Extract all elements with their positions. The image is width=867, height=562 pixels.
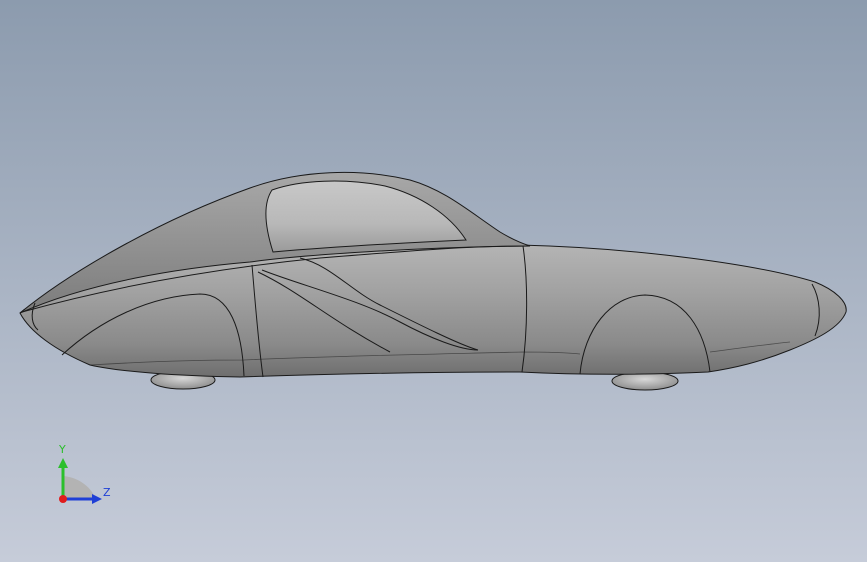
triad-z-label: Z [103,486,111,499]
model-canvas[interactable] [0,0,867,562]
triad-x-axis-dot [59,495,67,503]
graphics-viewport[interactable]: Y Z [0,0,867,562]
triad-y-label: Y [59,443,66,456]
